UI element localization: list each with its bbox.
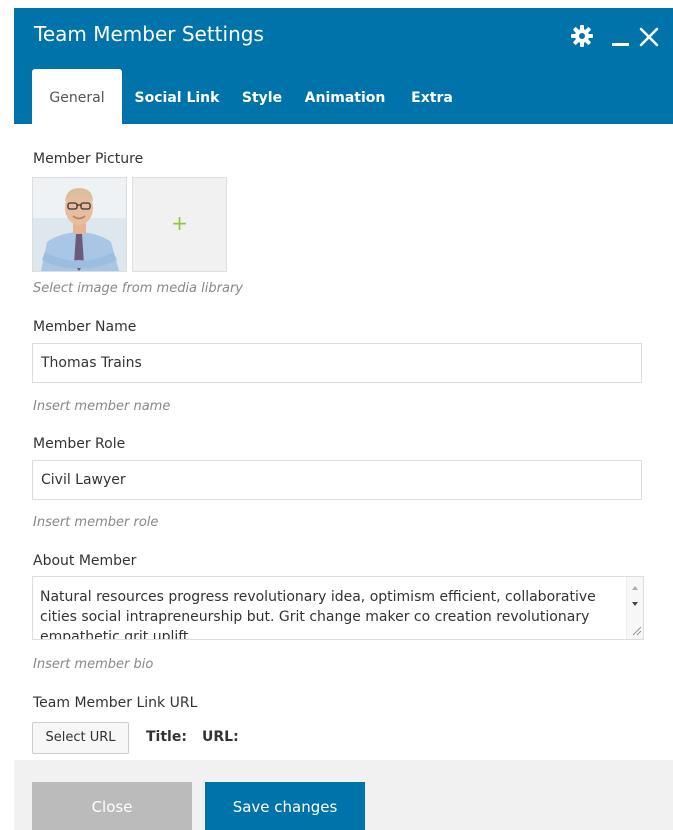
link-title-label: Title:	[146, 729, 187, 745]
member-name-hint: Insert member name	[33, 399, 171, 414]
member-role-hint: Insert member role	[33, 515, 159, 530]
tab-style[interactable]: Style	[237, 69, 287, 124]
link-url-label: URL:	[202, 729, 239, 745]
tab-general[interactable]: General	[32, 69, 122, 124]
tab-social-link[interactable]: Social Link	[132, 69, 222, 124]
scroll-up-icon	[632, 586, 638, 590]
dialog-footer: Close Save changes	[14, 760, 673, 830]
about-member-hint: Insert member bio	[33, 657, 154, 672]
member-picture-label: Member Picture	[33, 151, 144, 167]
dialog-header: Team Member Settings General Social Link…	[14, 8, 673, 124]
tab-extra[interactable]: Extra	[406, 69, 458, 124]
settings-dialog: Team Member Settings General Social Link…	[14, 8, 673, 830]
scroll-down-icon	[632, 602, 638, 606]
tab-animation[interactable]: Animation	[300, 69, 390, 124]
select-url-button[interactable]: Select URL	[32, 722, 129, 754]
add-picture-button[interactable]: +	[132, 177, 227, 272]
about-member-textarea[interactable]: Natural resources progress revolutionary…	[32, 576, 644, 640]
minimize-icon[interactable]	[611, 24, 641, 54]
about-member-label: About Member	[33, 553, 137, 569]
about-member-text: Natural resources progress revolutionary…	[40, 589, 596, 640]
close-icon[interactable]	[638, 24, 668, 54]
dialog-title: Team Member Settings	[34, 22, 264, 46]
member-link-label: Team Member Link URL	[33, 695, 198, 711]
gear-icon[interactable]	[570, 24, 600, 54]
plus-icon: +	[171, 211, 188, 235]
member-role-input[interactable]: Civil Lawyer	[32, 460, 642, 500]
member-role-label: Member Role	[33, 436, 126, 452]
save-changes-button[interactable]: Save changes	[205, 782, 365, 830]
member-picture-hint: Select image from media library	[33, 281, 243, 296]
close-button[interactable]: Close	[32, 782, 192, 830]
textarea-scrollbar[interactable]	[626, 577, 643, 639]
member-name-label: Member Name	[33, 319, 137, 335]
resize-grip-icon	[632, 626, 642, 636]
member-name-input[interactable]: Thomas Trains	[32, 343, 642, 383]
member-picture-thumbnail[interactable]	[32, 177, 127, 272]
